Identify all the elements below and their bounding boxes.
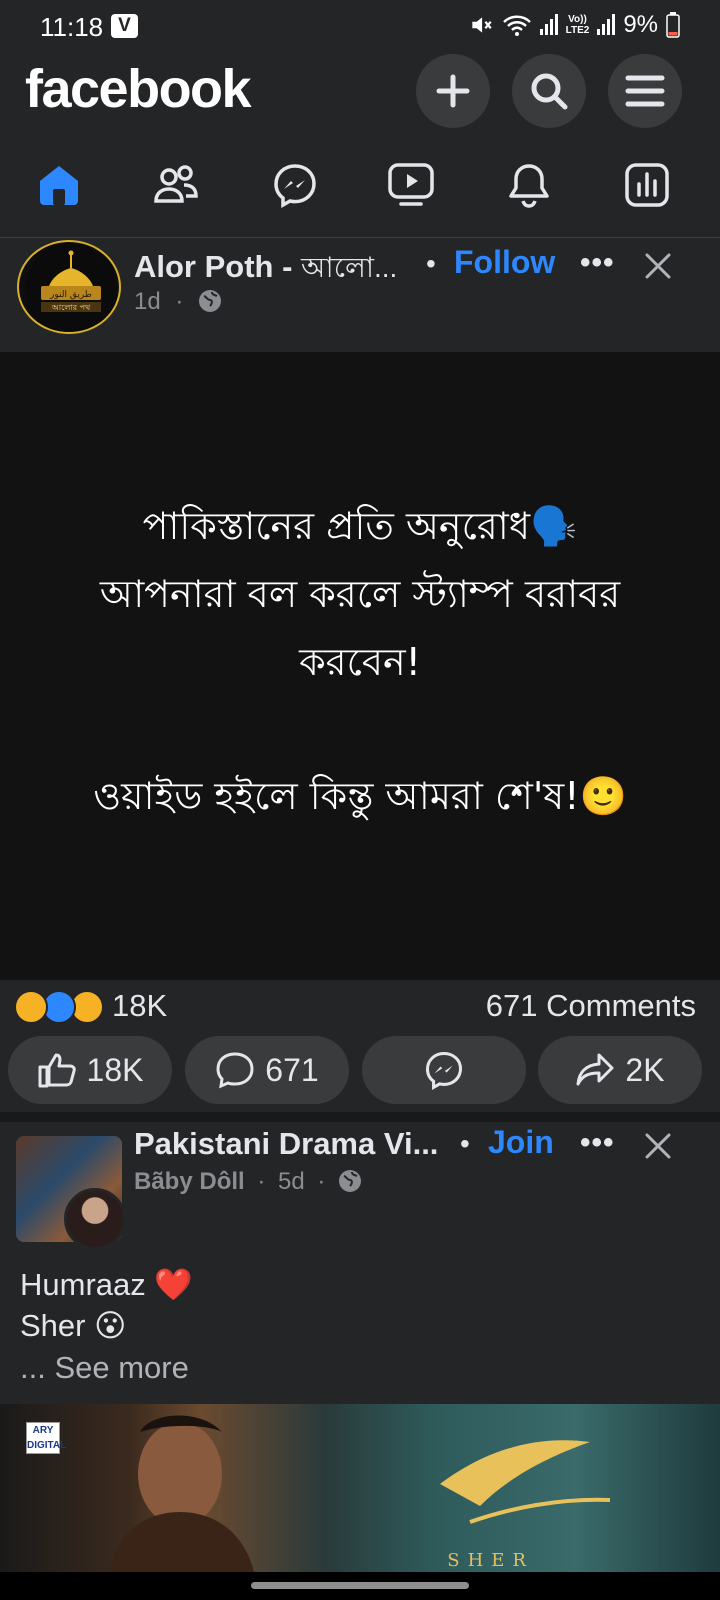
search-button[interactable] — [512, 54, 586, 128]
comment-icon — [216, 1052, 254, 1089]
post-text-line: Sher 😮 — [20, 1308, 127, 1343]
follow-button[interactable]: Follow — [454, 244, 555, 281]
send-button[interactable] — [362, 1036, 526, 1104]
post-text-line: Humraaz ❤️ — [20, 1267, 193, 1302]
system-nav-bar — [0, 1572, 720, 1600]
post-text-line: আপনারা বল করলে স্ট্যাম্প বরাবর — [99, 572, 621, 616]
tab-video[interactable] — [386, 160, 436, 210]
tab-bar — [0, 132, 720, 238]
tab-messenger[interactable] — [270, 160, 320, 210]
close-icon[interactable] — [644, 1132, 672, 1160]
post-options-button[interactable]: ••• — [580, 246, 615, 280]
like-count: 18K — [86, 1051, 144, 1088]
share-button[interactable]: 2K — [538, 1036, 702, 1104]
messenger-icon — [274, 164, 316, 208]
status-time: 11:18 — [40, 12, 104, 42]
like-button[interactable]: 18K — [8, 1036, 172, 1104]
menu-button[interactable] — [608, 54, 682, 128]
thumbs-up-icon — [38, 1053, 76, 1088]
svg-text:طريق النور: طريق النور — [49, 290, 92, 300]
post-text-line: পাকিস্তানের প্রতি অনুরোধ🗣️ — [142, 504, 578, 548]
tab-friends[interactable] — [151, 160, 201, 210]
author-avatar[interactable] — [64, 1188, 126, 1250]
post-text-line: ওয়াইড হইলে কিন্তু আমরা শে'ষ!🙂 — [93, 774, 627, 818]
image-title: SHER — [447, 1550, 534, 1571]
share-icon — [576, 1053, 614, 1086]
carrier-badge: V — [111, 14, 138, 38]
post-meta: 1d · — [134, 288, 222, 316]
page-name-text: Alor Poth - — [134, 249, 302, 284]
status-icons: Vo)) LTE2 9% — [468, 10, 680, 40]
post-time[interactable]: 1d — [134, 288, 161, 315]
share-count: 2K — [625, 1051, 665, 1088]
signal-icon — [539, 14, 558, 35]
page-name-sub: আলো... — [301, 252, 398, 283]
video-icon — [388, 163, 434, 206]
mute-icon — [471, 17, 492, 33]
meta-separator: · — [257, 1168, 266, 1195]
comment-button[interactable]: 671 — [185, 1036, 349, 1104]
globe-icon — [199, 290, 222, 312]
post-actions: 18K 671 2K — [0, 1036, 720, 1110]
home-indicator[interactable] — [251, 1582, 469, 1589]
svg-text:আলোর পথ: আলোর পথ — [51, 303, 91, 312]
app-header: facebook — [0, 52, 720, 132]
search-icon — [531, 73, 568, 110]
close-icon[interactable] — [644, 252, 672, 280]
battery-icon — [666, 12, 680, 38]
volte-indicator: Vo)) LTE2 — [566, 14, 590, 36]
volte-label: Vo)) — [568, 14, 587, 25]
see-more-link[interactable]: ... See more — [20, 1350, 189, 1386]
post-meta: Bãby Dôll · 5d · — [134, 1168, 362, 1196]
join-separator: • — [460, 1128, 470, 1159]
lte-label: LTE2 — [565, 25, 590, 36]
meta-separator: · — [175, 288, 184, 315]
comment-count: 671 — [265, 1051, 319, 1088]
post-author[interactable]: Bãby Dôll — [134, 1168, 245, 1195]
group-name[interactable]: Pakistani Drama Vi... — [134, 1126, 438, 1162]
reactions-count: 18K — [112, 988, 168, 1023]
page-name[interactable]: Alor Poth - আলো... — [134, 246, 397, 293]
home-icon — [40, 166, 78, 205]
notifications-icon — [509, 164, 549, 208]
tab-dashboard[interactable] — [622, 160, 672, 210]
battery-percent: 9% — [623, 11, 658, 38]
friends-icon — [154, 165, 198, 203]
wifi-icon — [502, 15, 531, 36]
tab-notifications[interactable] — [504, 160, 554, 210]
page-avatar[interactable]: طريق النور আলোর পথ — [17, 240, 121, 334]
page-logo-icon: طريق النور আলোর পথ — [25, 243, 117, 332]
messenger-icon — [425, 1051, 463, 1090]
reactions-summary[interactable]: 18K 671 Comments — [0, 978, 720, 1038]
tab-home[interactable] — [34, 160, 84, 210]
actor-silhouette — [110, 1415, 611, 1572]
comments-count[interactable]: 671 Comments — [486, 988, 696, 1024]
signal-2-icon — [597, 14, 616, 35]
menu-icon — [625, 75, 665, 107]
facebook-logo[interactable]: facebook — [25, 58, 252, 120]
post-text-background: পাকিস্তানের প্রতি অনুরোধ🗣️ আপনারা বল করল… — [0, 352, 720, 980]
post-text-line: করবেন! — [299, 640, 421, 684]
meta-separator: · — [317, 1168, 326, 1195]
join-button[interactable]: Join — [488, 1124, 554, 1161]
status-bar: 11:18 V Vo)) LTE2 9% — [0, 0, 720, 52]
dashboard-icon — [625, 163, 669, 207]
post-image[interactable]: ARY DIGITAL SHER — [0, 1404, 720, 1572]
haha-icon — [14, 990, 48, 1024]
reaction-icons — [14, 990, 104, 1024]
post-divider — [0, 1112, 720, 1122]
post-options-button[interactable]: ••• — [580, 1126, 615, 1160]
create-button[interactable] — [416, 54, 490, 128]
add-icon — [436, 74, 470, 108]
post-time[interactable]: 5d — [278, 1168, 305, 1195]
follow-separator: • — [426, 248, 436, 279]
globe-icon — [339, 1170, 362, 1192]
